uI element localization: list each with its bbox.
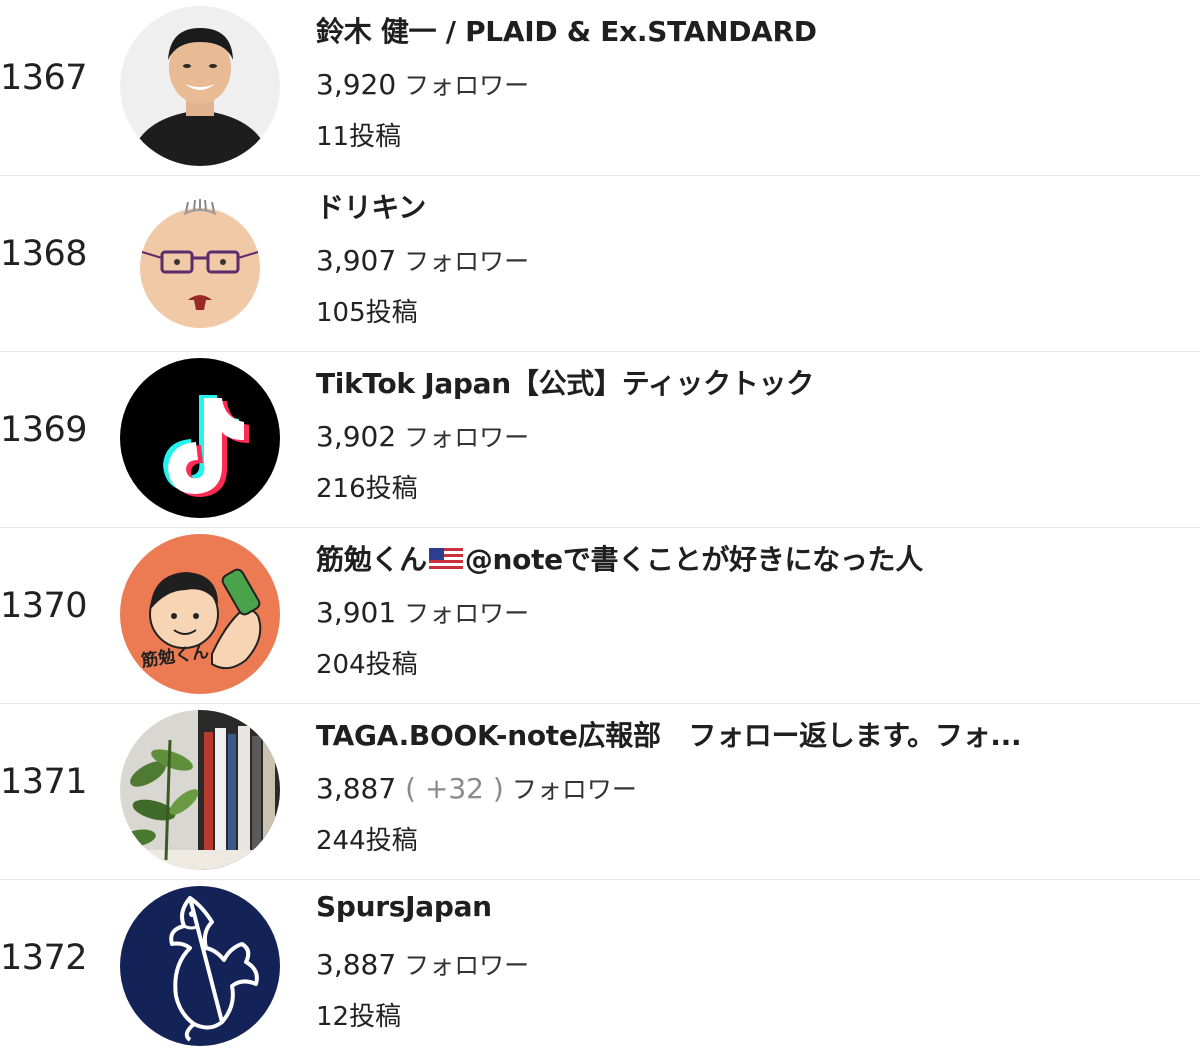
follower-count: 3,887 フォロワー	[316, 946, 529, 982]
follower-unit: フォロワー	[404, 247, 530, 276]
post-count: 105投稿	[316, 298, 418, 328]
us-flag-icon	[428, 546, 463, 579]
cockerel-logo-avatar[interactable]	[120, 886, 280, 1046]
follower-number: 3,902	[316, 420, 397, 453]
list-item[interactable]: 1368 ドリキン 3,907 フォロワー 105投稿	[0, 176, 1200, 352]
user-name[interactable]: TAGA.BOOK-note広報部 フォロー返します。フォ...	[316, 714, 1021, 754]
user-name[interactable]: 筋勉くん @noteで書くことが好きになった人	[316, 538, 923, 579]
bookshelf-plant-avatar[interactable]	[120, 710, 280, 870]
post-count: 12投稿	[316, 1002, 402, 1032]
follower-unit: フォロワー	[511, 775, 637, 804]
follower-number: 3,920	[316, 68, 397, 101]
rank-number: 1369	[0, 410, 88, 450]
muscle-cartoon-avatar[interactable]: 筋勉くん	[120, 534, 280, 694]
follower-number: 3,887	[316, 948, 397, 981]
user-name[interactable]: 鈴木 健一 / PLAID & Ex.STANDARD	[316, 10, 817, 50]
follower-count: 3,920 フォロワー	[316, 66, 529, 102]
rank-number: 1372	[0, 938, 88, 978]
ranking-list: 1367 鈴木 健一 / PLAID & Ex.STANDARD 3,920 フォ…	[0, 0, 1200, 1058]
follower-unit: フォロワー	[404, 951, 530, 980]
follower-unit: フォロワー	[404, 599, 530, 628]
follower-unit: フォロワー	[404, 71, 530, 100]
follower-count: 3,902 フォロワー	[316, 418, 529, 454]
list-item[interactable]: 1371 TAGA.BOOK-note広報部 フォロー返します。フォ... 3,…	[0, 704, 1200, 880]
follower-unit: フォロワー	[404, 423, 530, 452]
follower-number: 3,887	[316, 772, 397, 805]
user-name-part: 筋勉くん	[316, 543, 427, 576]
list-item[interactable]: 1369 TikTok Japan【公式】ティックトック 3,902 フォロワー …	[0, 352, 1200, 528]
rank-number: 1368	[0, 234, 88, 274]
follower-count: 3,901 フォロワー	[316, 594, 529, 630]
user-name-part: @noteで書くことが好きになった人	[464, 543, 923, 576]
rank-number: 1367	[0, 58, 88, 98]
post-count: 11投稿	[316, 122, 402, 152]
list-item[interactable]: 1372 SpursJapan 3,887 フォロワー 12投稿	[0, 880, 1200, 1056]
man-photo-avatar[interactable]	[120, 6, 280, 166]
user-name[interactable]: TikTok Japan【公式】ティックトック	[316, 362, 814, 402]
follower-count: 3,907 フォロワー	[316, 242, 529, 278]
user-name[interactable]: ドリキン	[316, 186, 426, 226]
follower-number: 3,901	[316, 596, 397, 629]
follower-number: 3,907	[316, 244, 397, 277]
rank-number: 1370	[0, 586, 88, 626]
post-count: 216投稿	[316, 474, 418, 504]
follower-count: 3,887 ( +32 ) フォロワー	[316, 770, 637, 806]
post-count: 244投稿	[316, 826, 418, 856]
cartoon-face-glasses-avatar[interactable]	[120, 182, 280, 342]
list-item[interactable]: 1370 筋勉くん 筋勉くん @noteで書くことが好きになった人 3,901 …	[0, 528, 1200, 704]
post-count: 204投稿	[316, 650, 418, 680]
list-item[interactable]: 1367 鈴木 健一 / PLAID & Ex.STANDARD 3,920 フォ…	[0, 0, 1200, 176]
tiktok-logo-avatar[interactable]	[120, 358, 280, 518]
rank-number: 1371	[0, 762, 88, 802]
user-name[interactable]: SpursJapan	[316, 890, 492, 923]
follower-delta: ( +32 )	[405, 772, 504, 805]
